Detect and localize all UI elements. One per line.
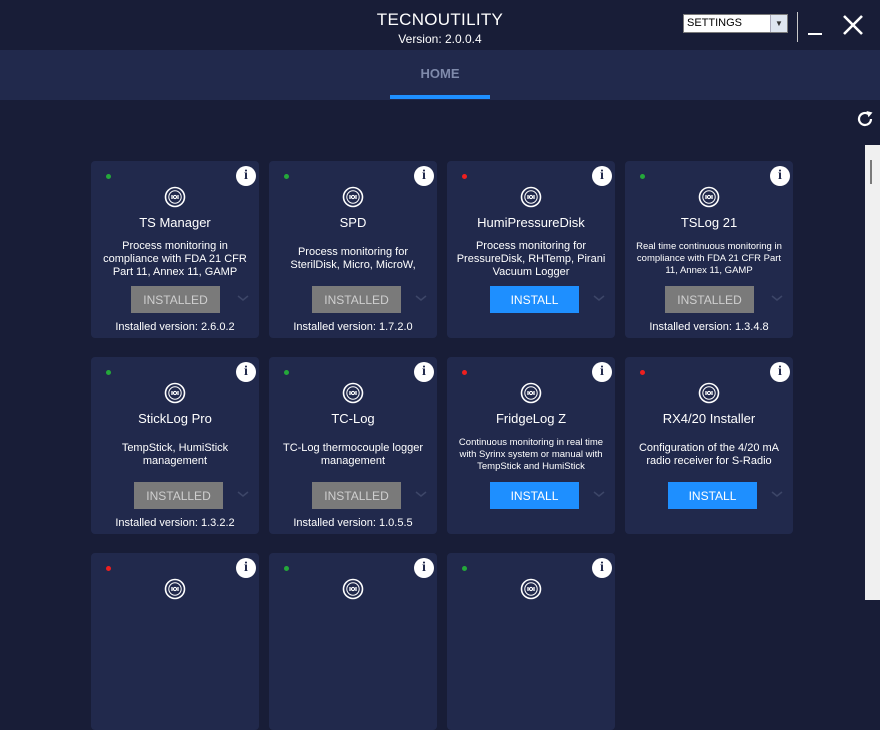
app-name: SPD <box>339 215 367 230</box>
chevron-down-icon[interactable] <box>771 488 783 500</box>
app-description: TempStick, HumiStick management <box>121 442 229 467</box>
info-icon[interactable]: i <box>592 166 612 186</box>
installed-version: Installed version: 1.3.2.2 <box>115 517 235 529</box>
chevron-down-icon[interactable] <box>771 292 783 304</box>
app-name: TS Manager <box>139 215 211 230</box>
app-description: Configuration of the 4/20 mA radio recei… <box>638 442 780 467</box>
info-icon[interactable]: i <box>236 166 256 186</box>
chevron-down-icon[interactable]: ▼ <box>770 15 787 32</box>
chevron-down-icon[interactable] <box>237 292 249 304</box>
nav-bar: HOME <box>0 50 880 100</box>
app-card: i <box>91 553 259 730</box>
app-version: Version: 2.0.0.4 <box>398 32 482 46</box>
info-icon[interactable]: i <box>236 362 256 382</box>
status-indicator <box>284 174 289 179</box>
install-button[interactable]: INSTALL <box>668 482 757 509</box>
info-icon[interactable]: i <box>770 362 790 382</box>
installed-button[interactable]: INSTALLED <box>134 482 223 509</box>
app-name: RX4/20 Installer <box>662 411 756 426</box>
app-card: i FridgeLog Z Continuous monitoring in re… <box>447 357 615 534</box>
app-name: FridgeLog Z <box>495 411 567 426</box>
chevron-down-icon[interactable] <box>415 488 427 500</box>
app-card: i SPD Process monitoring for SterilDisk, … <box>269 161 437 338</box>
app-logo-icon <box>342 186 364 208</box>
installed-version: Installed version: 2.6.0.2 <box>115 321 235 333</box>
app-logo-icon <box>520 578 542 600</box>
status-indicator <box>106 174 111 179</box>
title-bar: TECNOUTILITY Version: 2.0.0.4 SETTINGS ▼ <box>0 0 880 50</box>
app-card: i TS Manager Process monitoring in compli… <box>91 161 259 338</box>
info-icon[interactable]: i <box>770 166 790 186</box>
app-description: Process monitoring in compliance with FD… <box>103 239 247 278</box>
status-indicator <box>284 566 289 571</box>
installed-button[interactable]: INSTALLED <box>131 286 220 313</box>
app-card: i <box>269 553 437 730</box>
status-indicator <box>462 370 467 375</box>
app-name: HumiPressureDisk <box>477 215 585 230</box>
installed-button[interactable]: INSTALLED <box>665 286 754 313</box>
chevron-down-icon[interactable] <box>415 292 427 304</box>
tab-home[interactable]: HOME <box>390 66 490 81</box>
install-button[interactable]: INSTALL <box>490 482 579 509</box>
installed-button[interactable]: INSTALLED <box>312 286 401 313</box>
tab-active-indicator <box>390 95 490 99</box>
app-logo-icon <box>164 578 186 600</box>
app-description: Continuous monitoring in real time with … <box>458 437 604 472</box>
app-name: TSLog 21 <box>680 215 738 230</box>
install-button[interactable]: INSTALL <box>490 286 579 313</box>
refresh-icon[interactable] <box>855 109 875 129</box>
status-indicator <box>106 370 111 375</box>
scrollbar[interactable] <box>865 145 880 600</box>
scrollbar-thumb[interactable] <box>870 160 872 184</box>
close-icon[interactable] <box>840 12 866 38</box>
app-logo-icon <box>520 186 542 208</box>
status-indicator <box>462 566 467 571</box>
settings-select-value: SETTINGS <box>687 17 743 29</box>
app-name: TC-Log <box>331 411 375 426</box>
app-logo-icon <box>164 382 186 404</box>
app-description: Process monitoring for PressureDisk, RHT… <box>456 239 606 278</box>
chevron-down-icon[interactable] <box>593 488 605 500</box>
app-logo-icon <box>698 186 720 208</box>
status-indicator <box>462 174 467 179</box>
app-card: i TSLog 21 Real time continuous monitorin… <box>625 161 793 338</box>
installed-version: Installed version: 1.0.5.5 <box>293 517 413 529</box>
app-logo-icon <box>164 186 186 208</box>
status-indicator <box>640 370 645 375</box>
chevron-down-icon[interactable] <box>237 488 249 500</box>
app-logo-icon <box>698 382 720 404</box>
app-description: TC-Log thermocouple logger management <box>282 442 424 467</box>
app-description: Process monitoring for SterilDisk, Micro… <box>290 246 416 271</box>
installed-button[interactable]: INSTALLED <box>312 482 401 509</box>
settings-select[interactable]: SETTINGS ▼ <box>683 14 788 33</box>
info-icon[interactable]: i <box>414 362 434 382</box>
info-icon[interactable]: i <box>236 558 256 578</box>
installed-version: Installed version: 1.7.2.0 <box>293 321 413 333</box>
app-card: i StickLog Pro TempStick, HumiStick manag… <box>91 357 259 534</box>
installed-version: Installed version: 1.3.4.8 <box>649 321 769 333</box>
status-indicator <box>106 566 111 571</box>
info-icon[interactable]: i <box>592 362 612 382</box>
chevron-down-icon[interactable] <box>593 292 605 304</box>
info-icon[interactable]: i <box>414 558 434 578</box>
app-description: Real time continuous monitoring in compl… <box>636 241 782 276</box>
app-card: i RX4/20 Installer Configuration of the 4… <box>625 357 793 534</box>
info-icon[interactable]: i <box>592 558 612 578</box>
info-icon[interactable]: i <box>414 166 434 186</box>
app-card: i <box>447 553 615 730</box>
app-card: i TC-Log TC-Log thermocouple logger manag… <box>269 357 437 534</box>
app-card: i HumiPressureDisk Process monitoring for… <box>447 161 615 338</box>
minimize-button[interactable] <box>808 33 822 35</box>
app-logo-icon <box>520 382 542 404</box>
status-indicator <box>284 370 289 375</box>
app-name: StickLog Pro <box>138 411 212 426</box>
app-logo-icon <box>342 578 364 600</box>
app-logo-icon <box>342 382 364 404</box>
titlebar-divider <box>797 12 798 42</box>
status-indicator <box>640 174 645 179</box>
